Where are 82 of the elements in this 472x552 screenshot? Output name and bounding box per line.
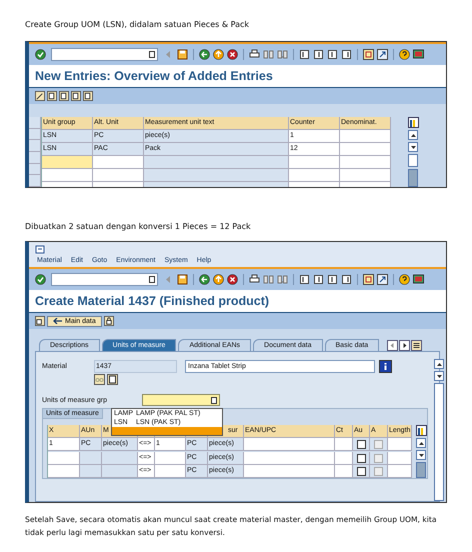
scroll-up-button[interactable] (434, 359, 444, 369)
exit-icon[interactable] (213, 274, 224, 285)
lock-icon[interactable] (104, 316, 114, 326)
table-cell[interactable] (42, 156, 93, 169)
layout-icon[interactable] (413, 49, 424, 60)
screen-title: Create Material 1437 (Finished product) (29, 290, 446, 313)
document-icon (211, 396, 217, 404)
layout-icon[interactable] (413, 274, 424, 285)
heading: Create Group UOM (LSN), didalam satuan Pieces & Pack (25, 20, 250, 30)
scroll-track[interactable] (408, 169, 418, 187)
heading: Dibuatkan 2 satuan dengan konversi 1 Pieces = 12 Pack (25, 222, 252, 232)
down-arrow-icon (436, 374, 442, 378)
table-cell[interactable] (93, 169, 144, 182)
scroll-up-button[interactable] (408, 130, 418, 140)
command-field[interactable] (51, 48, 158, 61)
help-icon[interactable] (399, 274, 410, 285)
table-cell (102, 452, 138, 464)
check-icon[interactable] (35, 274, 46, 285)
print-icon[interactable] (249, 274, 260, 285)
table-cell (80, 452, 102, 464)
table-cell[interactable] (144, 156, 289, 169)
info-icon[interactable] (379, 360, 392, 372)
checkbox[interactable] (357, 440, 366, 450)
back-icon[interactable] (199, 274, 210, 285)
left-arrow-icon (53, 318, 62, 324)
document-icon (149, 51, 155, 58)
column-settings-icon[interactable] (416, 425, 427, 436)
exit-icon[interactable] (213, 49, 224, 60)
check-icon[interactable] (35, 49, 46, 60)
scroll-track[interactable] (416, 462, 426, 478)
scroll-left-icon[interactable] (387, 340, 398, 351)
scroll-down-button[interactable] (416, 450, 426, 460)
document-icon (149, 276, 155, 283)
other-material-icon[interactable] (35, 316, 45, 326)
save-icon[interactable] (177, 274, 188, 285)
checkbox[interactable] (357, 454, 366, 462)
cancel-icon[interactable] (227, 49, 238, 60)
table-cell[interactable] (144, 169, 289, 182)
down-arrow-icon (410, 146, 416, 148)
down-arrow-icon (418, 454, 424, 456)
edit-icon[interactable] (35, 91, 45, 101)
checkbox[interactable] (357, 466, 366, 476)
units-group-field[interactable] (142, 394, 220, 406)
table-cell[interactable] (340, 156, 391, 169)
up-arrow-icon (410, 134, 416, 136)
scroll-up-button[interactable] (416, 438, 426, 448)
table-cell (48, 452, 80, 464)
shortcut-icon[interactable] (377, 274, 388, 285)
shortcut-icon[interactable] (377, 49, 388, 60)
table-cell (155, 452, 186, 464)
up-arrow-icon (418, 442, 424, 444)
new-session-icon[interactable] (363, 274, 374, 285)
table-cell[interactable] (42, 169, 93, 182)
back-icon[interactable] (199, 49, 210, 60)
table-cell (340, 130, 391, 143)
cancel-icon[interactable] (227, 274, 238, 285)
scroll-down-button[interactable] (408, 142, 418, 152)
up-arrow-icon (436, 362, 442, 366)
help-icon[interactable] (399, 49, 410, 60)
document-icon[interactable] (107, 374, 118, 385)
print-icon[interactable] (249, 49, 260, 60)
screen-title: New Entries: Overview of Added Entries (29, 65, 446, 88)
table-cell[interactable] (340, 169, 391, 182)
window-menu-icon[interactable] (35, 244, 46, 255)
find-next-icon[interactable] (277, 49, 288, 60)
save-icon[interactable] (177, 49, 188, 60)
table-cell (48, 464, 80, 478)
command-field[interactable] (51, 273, 158, 286)
scroll-track[interactable] (434, 383, 444, 501)
scroll-thumb[interactable] (408, 154, 418, 167)
scroll-right-icon[interactable] (399, 340, 410, 351)
glasses-icon[interactable] (94, 374, 105, 385)
find-next-icon[interactable] (277, 274, 288, 285)
table-cell[interactable] (93, 156, 144, 169)
tab-list-icon[interactable] (411, 340, 422, 351)
column-settings-icon[interactable] (408, 117, 419, 128)
table-cell[interactable] (289, 156, 340, 169)
table-cell (340, 143, 391, 156)
scroll-down-button[interactable] (434, 371, 444, 381)
new-session-icon[interactable] (363, 49, 374, 60)
table-cell[interactable] (289, 169, 340, 182)
table-cell (155, 464, 186, 478)
